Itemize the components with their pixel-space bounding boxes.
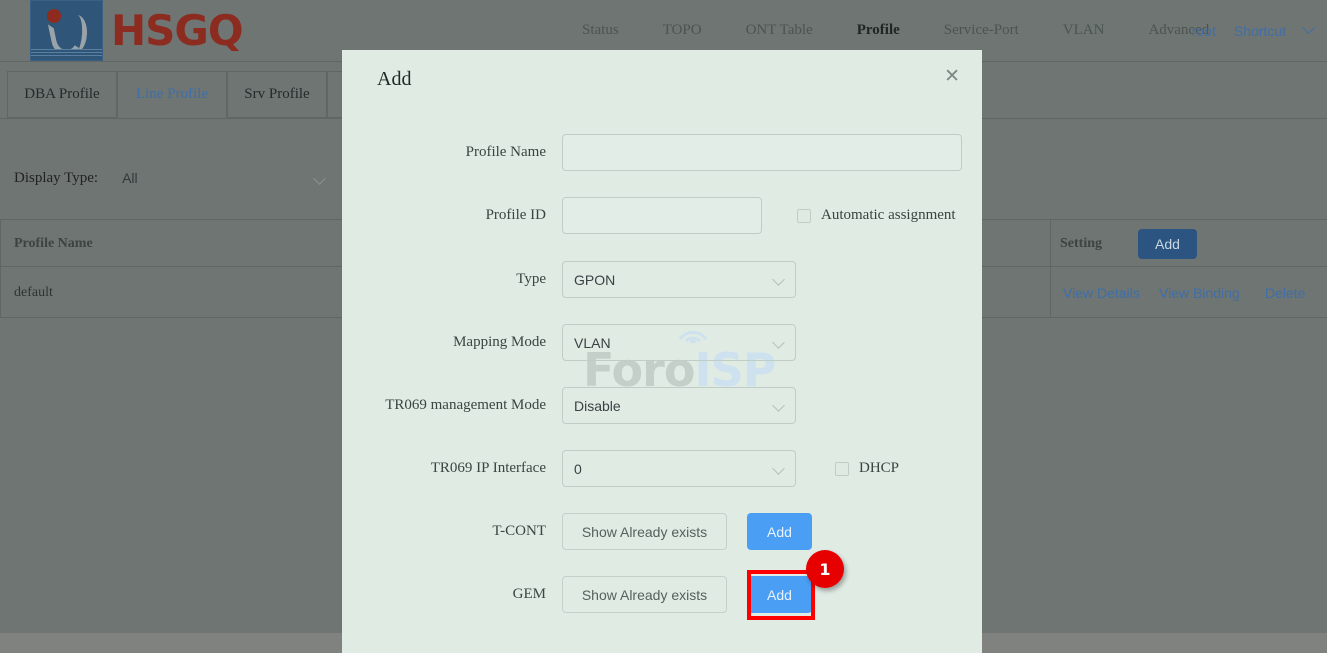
table-divider (1050, 267, 1051, 318)
chevron-down-icon (772, 336, 785, 349)
tr069-management-mode-value: Disable (574, 397, 621, 414)
display-type-value: All (122, 170, 138, 186)
label-profile-id: Profile ID (485, 207, 546, 223)
tr069-ip-interface-value: 0 (574, 460, 582, 477)
action-view-binding[interactable]: View Binding (1159, 267, 1240, 318)
logo-swoosh-inner (63, 14, 89, 54)
column-header-setting: Setting (1060, 236, 1102, 251)
display-type-select[interactable]: All (111, 162, 337, 194)
table-divider (0, 267, 1, 318)
type-value: GPON (574, 271, 616, 288)
chevron-down-icon (772, 273, 785, 286)
label-type: Type (516, 271, 546, 287)
user-name-link[interactable]: root (1192, 23, 1216, 39)
type-select[interactable]: GPON (562, 261, 796, 298)
field-row-profile-name: Profile Name (342, 134, 982, 171)
brand-logo[interactable]: HSGQ (30, 0, 244, 61)
field-row-profile-id: Profile ID Automatic assignment (342, 197, 982, 234)
filter-row: Display Type: All (14, 162, 337, 194)
field-row-tr069-ip-interface: TR069 IP Interface 0 DHCP (342, 450, 982, 487)
field-row-tr069-management-mode: TR069 management Mode Disable (342, 387, 982, 424)
label-mapping-mode: Mapping Mode (453, 334, 546, 350)
profile-id-input[interactable] (562, 197, 762, 234)
shortcut-link[interactable]: Shortcut (1234, 23, 1286, 39)
label-automatic-assignment: Automatic assignment (821, 207, 956, 223)
tcont-show-existing-button[interactable]: Show Already exists (562, 513, 727, 550)
table-divider (1050, 220, 1051, 268)
field-row-mapping-mode: Mapping Mode VLAN (342, 324, 982, 361)
table-divider (0, 220, 1, 268)
field-row-tcont: T-CONT Show Already exists Add (342, 513, 982, 550)
cell-profile-name: default (14, 284, 53, 300)
field-row-type: Type GPON (342, 261, 982, 298)
action-view-details[interactable]: View Details (1063, 267, 1140, 318)
label-tcont: T-CONT (492, 523, 546, 539)
mapping-mode-select[interactable]: VLAN (562, 324, 796, 361)
label-profile-name: Profile Name (465, 144, 546, 160)
table-add-button[interactable]: Add (1138, 229, 1197, 259)
user-area: root Shortcut (1192, 0, 1319, 61)
profile-name-input[interactable] (562, 134, 962, 171)
gem-show-existing-button[interactable]: Show Already exists (562, 576, 727, 613)
step-badge: 1 (806, 550, 844, 588)
chevron-down-icon[interactable] (1302, 21, 1315, 35)
mapping-mode-value: VLAN (574, 334, 611, 351)
tab-srv-profile[interactable]: Srv Profile (227, 71, 327, 118)
add-line-profile-dialog: Add ✕ ForoISP Profile Name Profile ID Au… (342, 50, 982, 653)
logo-stripes (31, 49, 102, 58)
tab-dba-profile[interactable]: DBA Profile (7, 71, 117, 118)
label-tr069-management-mode: TR069 management Mode (385, 397, 546, 413)
column-header-profile-name: Profile Name (14, 236, 93, 251)
tab-line-profile[interactable]: Line Profile (117, 71, 227, 118)
close-icon[interactable]: ✕ (944, 67, 960, 86)
dhcp-checkbox[interactable] (835, 461, 849, 476)
automatic-assignment-checkbox[interactable] (797, 208, 811, 223)
hsgq-swoosh-logo-icon (30, 0, 103, 61)
field-row-gem: GEM Show Already exists Add (342, 576, 982, 613)
chevron-down-icon (772, 399, 785, 412)
action-delete[interactable]: Delete (1265, 267, 1305, 318)
tr069-ip-interface-select[interactable]: 0 (562, 450, 796, 487)
chevron-down-icon (772, 462, 785, 475)
brand-name: HSGQ (111, 6, 244, 55)
label-dhcp: DHCP (859, 460, 900, 476)
tr069-management-mode-select[interactable]: Disable (562, 387, 796, 424)
label-tr069-ip-interface: TR069 IP Interface (430, 460, 546, 476)
nav-item-vlan[interactable]: VLAN (1041, 0, 1127, 61)
display-type-label: Display Type: (14, 169, 99, 186)
logo-dot (47, 9, 61, 23)
dialog-title: Add (377, 68, 412, 90)
chevron-down-icon (313, 172, 326, 185)
gem-add-button[interactable]: Add (747, 576, 812, 613)
label-gem: GEM (512, 586, 546, 602)
tcont-add-button[interactable]: Add (747, 513, 812, 550)
